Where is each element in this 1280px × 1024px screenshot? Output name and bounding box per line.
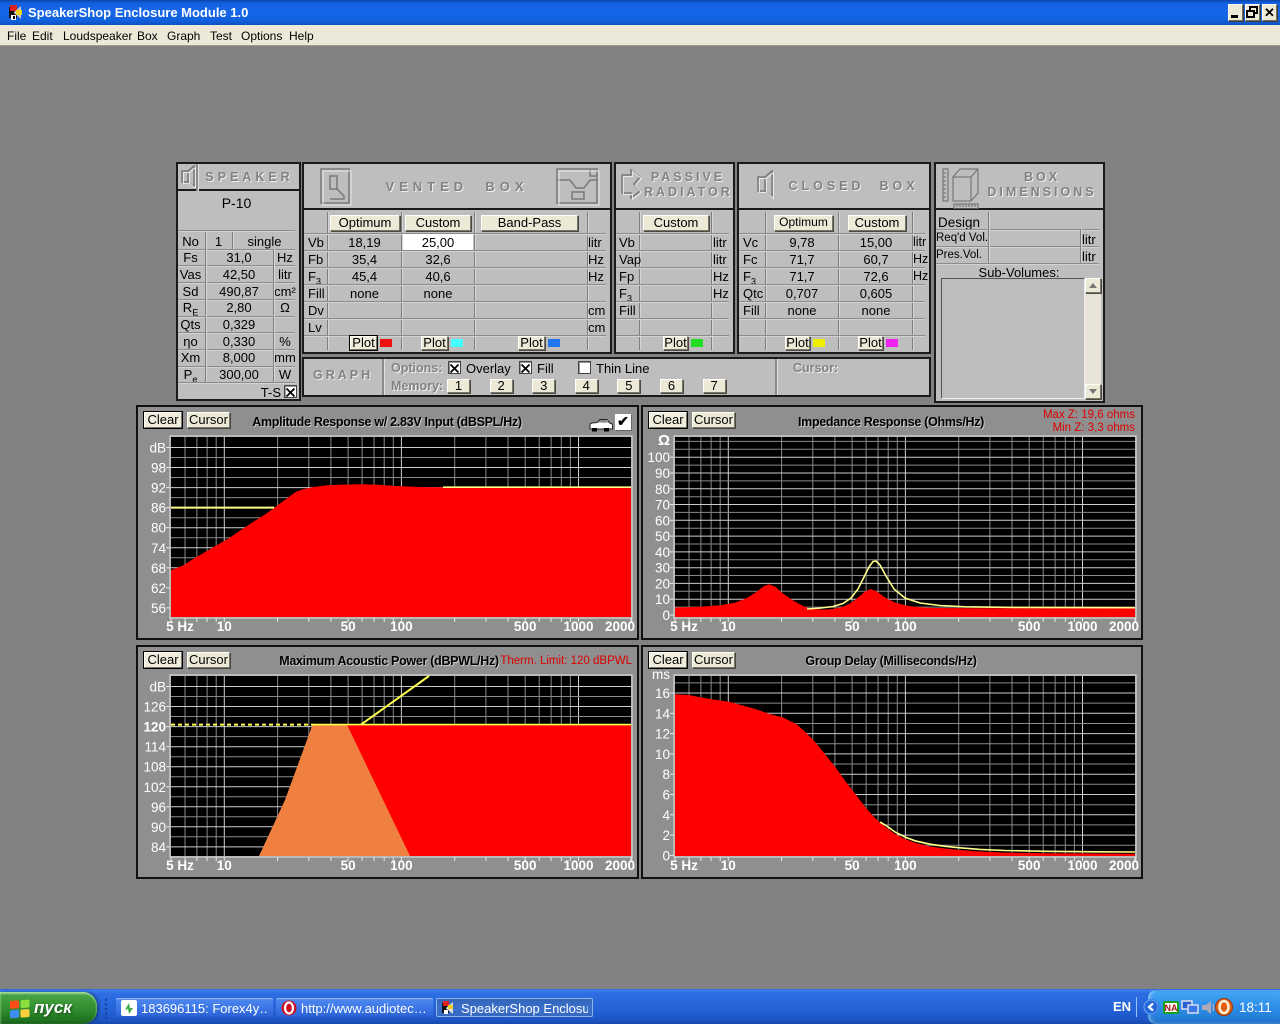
svg-text:2000: 2000 [1109,858,1139,873]
svg-text:80: 80 [655,482,670,497]
svg-text:60: 60 [655,513,670,528]
svg-text:2: 2 [662,828,670,843]
svg-text:50: 50 [341,858,356,873]
svg-text:10: 10 [655,747,670,762]
svg-text:1000: 1000 [563,858,593,873]
svg-text:100: 100 [647,450,670,465]
svg-text:10: 10 [217,619,232,634]
svg-text:92: 92 [151,481,166,496]
svg-text:98: 98 [151,461,166,476]
svg-text:500: 500 [1018,858,1041,873]
svg-text:4: 4 [662,808,670,823]
svg-text:5 Hz: 5 Hz [166,858,194,873]
svg-text:100: 100 [390,858,413,873]
svg-text:2000: 2000 [605,619,635,634]
svg-text:10: 10 [721,619,736,634]
svg-text:10: 10 [217,858,232,873]
svg-text:500: 500 [514,619,537,634]
svg-text:114: 114 [144,740,166,755]
svg-text:2000: 2000 [605,858,635,873]
svg-text:90: 90 [655,466,670,481]
svg-text:8: 8 [662,767,670,782]
svg-text:90: 90 [151,820,166,835]
svg-text:80: 80 [151,521,166,536]
svg-text:5 Hz: 5 Hz [166,619,194,634]
svg-text:50: 50 [845,858,860,873]
svg-text:56: 56 [151,601,166,616]
svg-text:70: 70 [655,498,670,513]
svg-text:50: 50 [341,619,356,634]
svg-text:74: 74 [151,541,167,556]
svg-text:100: 100 [390,619,413,634]
svg-text:86: 86 [151,501,166,516]
svg-text:102: 102 [143,780,166,795]
svg-text:1000: 1000 [1067,858,1097,873]
svg-text:100: 100 [894,619,917,634]
svg-text:1000: 1000 [563,619,593,634]
svg-text:5 Hz: 5 Hz [670,858,698,873]
svg-text:84: 84 [151,840,167,855]
svg-text:5 Hz: 5 Hz [670,619,698,634]
svg-text:120: 120 [143,720,166,735]
svg-text:68: 68 [151,561,166,576]
svg-text:96: 96 [151,800,166,815]
svg-text:NA: NA [1165,1003,1178,1013]
svg-text:16: 16 [655,686,670,701]
svg-text:Ω: Ω [658,432,670,449]
svg-text:ms: ms [652,667,670,682]
svg-text:dB: dB [149,441,166,456]
svg-text:0: 0 [662,848,670,863]
svg-text:40: 40 [655,545,670,560]
svg-text:100: 100 [894,858,917,873]
svg-text:62: 62 [151,581,166,596]
svg-text:20: 20 [655,576,670,591]
svg-text:1000: 1000 [1067,619,1097,634]
svg-text:500: 500 [1018,619,1041,634]
svg-text:dB: dB [149,680,166,695]
svg-text:2000: 2000 [1109,619,1139,634]
svg-text:50: 50 [655,529,670,544]
svg-text:10: 10 [721,858,736,873]
svg-text:10: 10 [655,592,670,607]
svg-text:500: 500 [514,858,537,873]
svg-text:6: 6 [662,788,670,803]
svg-text:126: 126 [143,700,166,715]
svg-text:12: 12 [655,727,670,742]
svg-text:14: 14 [655,706,671,721]
svg-text:0: 0 [662,608,670,623]
svg-text:30: 30 [655,561,670,576]
svg-text:50: 50 [845,619,860,634]
svg-text:108: 108 [143,760,166,775]
